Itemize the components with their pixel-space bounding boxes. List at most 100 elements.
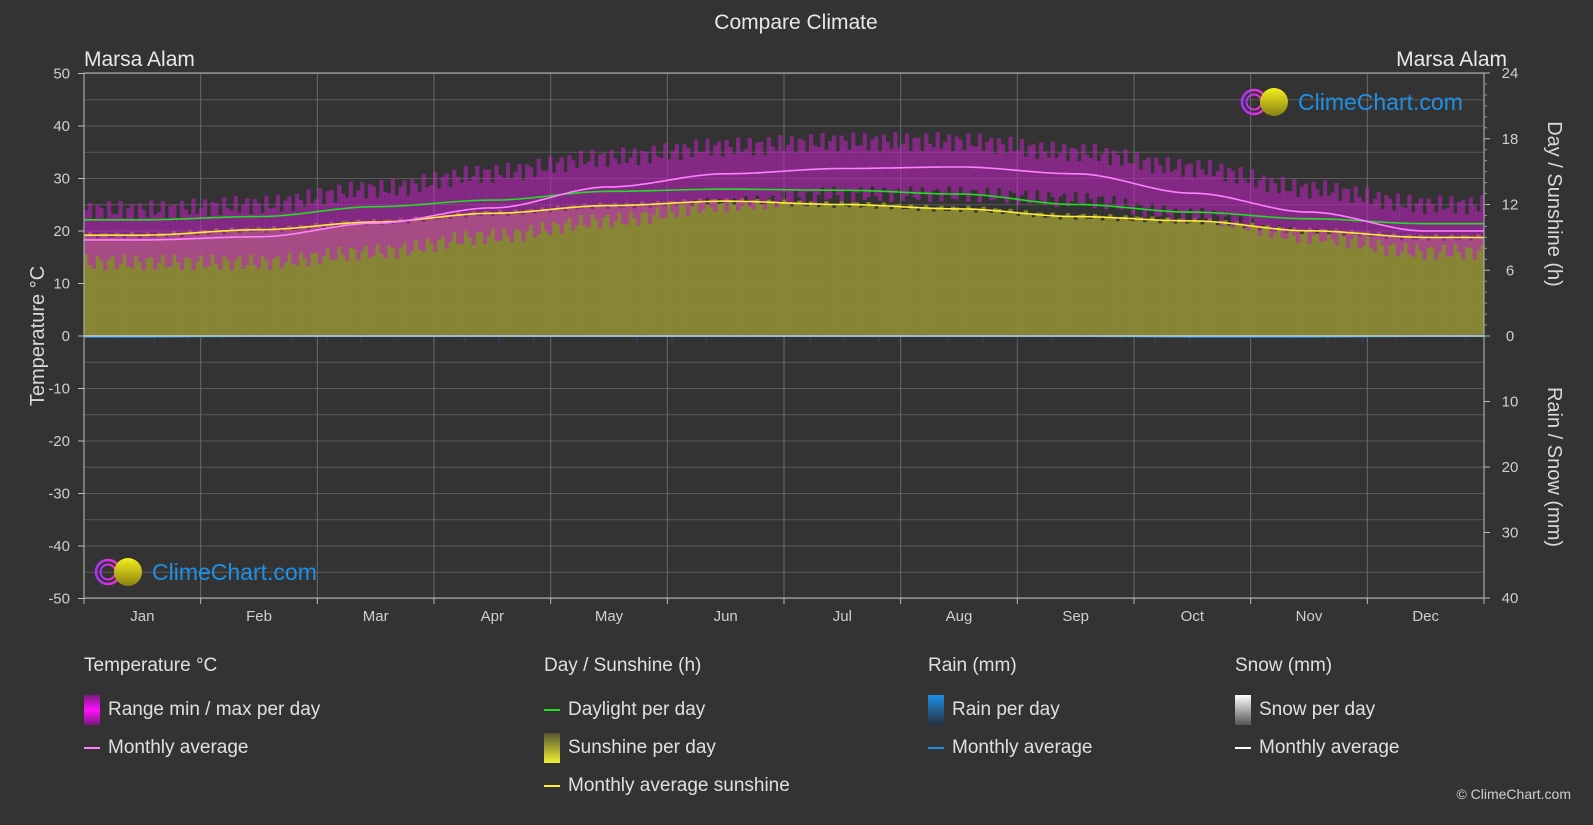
temp-range-bar <box>471 176 476 245</box>
temp-range-bar <box>275 194 281 257</box>
temp-range-bar <box>739 152 745 207</box>
temp-range-bar <box>1453 213 1458 245</box>
temp-range-bar <box>321 204 327 257</box>
sunshine-bar <box>1361 231 1366 336</box>
y-left-tick-label: 30 <box>53 171 70 188</box>
temp-range-bar <box>348 181 353 249</box>
temp-range-bar <box>690 157 695 207</box>
temp-range-bar <box>1407 194 1412 255</box>
sunshine-bar <box>617 207 622 336</box>
sunshine-bar <box>1123 215 1128 336</box>
sunshine-bar <box>1219 220 1224 336</box>
temp-range-bar <box>667 159 672 205</box>
sunshine-bar <box>843 205 848 336</box>
sunshine-bar <box>778 203 783 336</box>
sunshine-bar <box>605 208 610 336</box>
temp-range-bar <box>256 203 261 269</box>
temp-range-bar <box>1307 198 1312 244</box>
temp-range-bar <box>1062 144 1067 194</box>
temp-range-bar <box>176 218 181 263</box>
legend-label: Sunshine per day <box>568 737 716 758</box>
sunshine-bar <box>981 206 986 336</box>
sunshine-bar <box>759 204 764 336</box>
temp-range-bar <box>99 207 104 261</box>
sunshine-bar <box>601 206 607 336</box>
x-tick-label: Jul <box>833 608 852 625</box>
sunshine-bar <box>1200 224 1205 336</box>
sunshine-bar <box>927 208 933 336</box>
sunshine-bar <box>1054 215 1059 336</box>
sunshine-bar <box>1426 240 1431 336</box>
y-left-tick-label: -40 <box>48 538 70 555</box>
y-left-tick-label: 50 <box>53 66 70 83</box>
sunshine-bar <box>1073 219 1078 336</box>
temp-range-bar <box>950 151 956 199</box>
logo-bottom[interactable]: ClimeChart.com <box>94 556 317 588</box>
snow-swatch-icon <box>1235 695 1251 725</box>
rain-bar <box>981 336 984 344</box>
temp-range-bar <box>294 193 300 266</box>
temp-range-bar <box>214 203 219 265</box>
temp-range-bar <box>1219 163 1224 227</box>
temp-range-bar <box>674 144 679 218</box>
temp-range-bar <box>1177 159 1182 212</box>
sunshine-bar <box>1019 212 1025 336</box>
temp-range-bar <box>130 204 135 268</box>
temp-range-bar <box>1073 148 1078 192</box>
temp-range-bar <box>91 219 96 269</box>
logo-top[interactable]: ClimeChart.com <box>1240 86 1463 118</box>
sunshine-bar <box>1464 235 1470 336</box>
sunshine-bar <box>659 205 664 336</box>
sunshine-bar <box>1142 222 1147 336</box>
temp-range-bar <box>1119 165 1124 210</box>
sunshine-bar <box>789 206 794 336</box>
rain-bar <box>670 336 673 344</box>
sunshine-bar <box>1012 211 1017 336</box>
temp-range-bar <box>851 132 856 203</box>
temp-range-bar <box>421 174 426 253</box>
temp-range-bar <box>1000 144 1005 198</box>
temp-range-bar <box>1165 156 1170 215</box>
y-left-tick-label: -50 <box>48 591 70 608</box>
sunshine-bar <box>1119 216 1124 336</box>
sunshine-bar <box>1296 230 1301 336</box>
logo-text: ClimeChart.com <box>1298 88 1463 115</box>
line-swatch-icon <box>928 747 944 749</box>
sunshine-bar <box>1058 219 1063 336</box>
sunshine-bar <box>1211 222 1216 336</box>
range-swatch-icon <box>84 695 100 725</box>
sunshine-bar <box>1368 236 1374 336</box>
sunshine-bar <box>920 208 925 336</box>
sunshine-bar <box>808 201 814 336</box>
sunshine-bar <box>1257 230 1262 336</box>
temp-range-bar <box>1472 205 1477 260</box>
temp-range-bar <box>1035 158 1040 191</box>
sunshine-bar <box>1161 219 1167 336</box>
temp-range-bar <box>122 217 127 255</box>
temp-range-bar <box>943 141 948 195</box>
sunshine-bar <box>954 207 959 336</box>
sunshine-bar <box>762 204 768 336</box>
temp-range-bar <box>1065 161 1071 207</box>
temp-range-bar <box>333 202 338 260</box>
sunshine-bar <box>874 208 879 336</box>
y-left-tick-label: 0 <box>62 328 70 345</box>
temp-range-bar <box>916 137 921 201</box>
temp-range-bar <box>693 139 699 201</box>
sunshine-bar <box>854 202 860 336</box>
sunshine-bar <box>1299 233 1305 336</box>
x-tick-label: Dec <box>1412 608 1439 625</box>
temp-range-bar <box>889 148 894 203</box>
temp-range-bar <box>640 150 645 213</box>
y-right-tick-label: 10 <box>1502 394 1519 411</box>
location-left: Marsa Alam <box>84 48 195 71</box>
temp-range-bar <box>582 164 587 226</box>
sunshine-bar <box>578 208 584 336</box>
copyright[interactable]: © ClimeChart.com <box>1456 786 1571 802</box>
sunshine-bar <box>950 206 956 336</box>
temp-range-bar <box>1227 168 1232 215</box>
temp-range-bar <box>1196 160 1201 219</box>
temp-range-bar <box>225 208 231 260</box>
temp-range-bar <box>517 163 522 231</box>
sunshine-bar <box>1261 226 1266 336</box>
